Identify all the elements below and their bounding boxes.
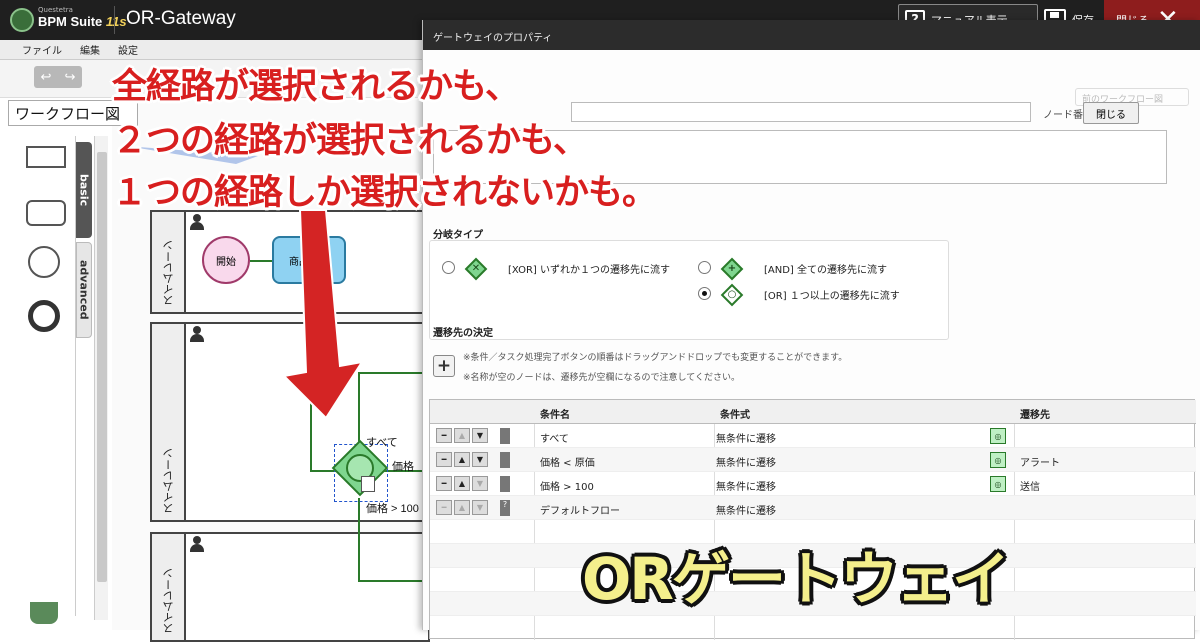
headline-line-1: 全経路が選択されるかも、 — [112, 67, 520, 107]
red-arrow-shape — [281, 209, 365, 420]
headline-line-3: １つの経路しか選択されないかも。 — [112, 173, 657, 213]
overlay-title: ORゲートウェイ — [582, 545, 1010, 613]
headline-line-2: ２つの経路が選択されるかも、 — [112, 121, 588, 161]
